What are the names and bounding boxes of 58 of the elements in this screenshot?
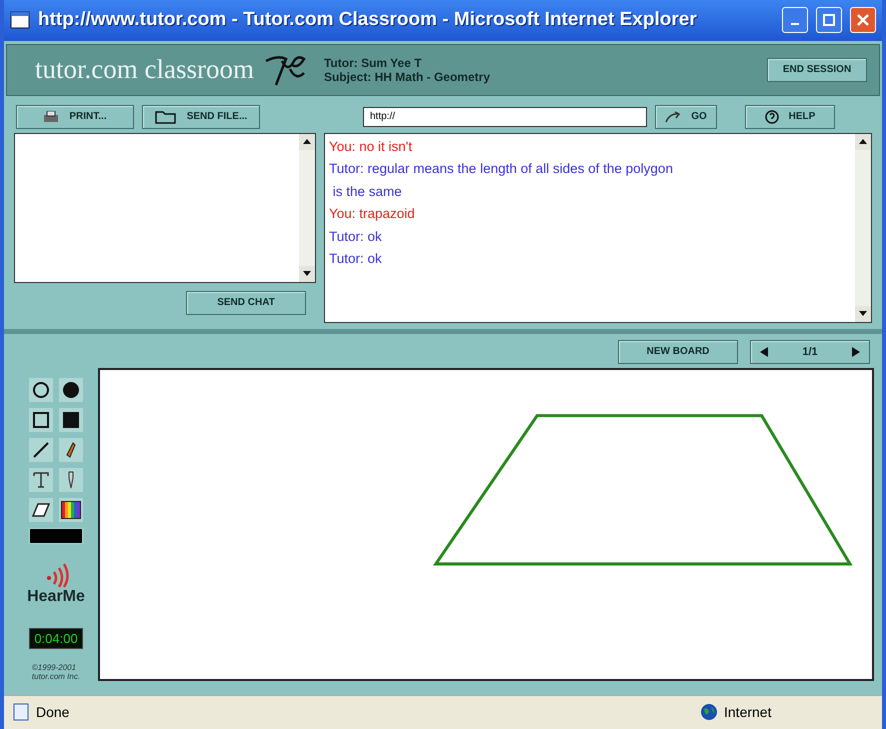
line-icon[interactable] [33, 442, 49, 458]
print-button[interactable]: PRINT... [16, 104, 134, 129]
color-swatch[interactable] [29, 528, 83, 544]
minimize-button[interactable] [782, 7, 808, 34]
filled-square-icon[interactable] [63, 412, 79, 428]
hearme-logo: HearMe [27, 588, 85, 606]
arrow-icon [665, 110, 682, 123]
down-arrow-icon[interactable] [859, 311, 867, 316]
scrollbar[interactable] [299, 134, 315, 282]
page-navigator[interactable]: 1/1 [750, 340, 870, 364]
up-arrow-icon[interactable] [859, 139, 867, 144]
close-icon [857, 14, 869, 26]
up-arrow-icon[interactable] [303, 139, 311, 144]
end-session-button[interactable]: END SESSION [767, 58, 867, 82]
chat-message: Tutor: regular means the length of all sides of the polygon [329, 160, 674, 178]
maximize-button[interactable] [816, 7, 842, 34]
chat-message: You: no it isn't [329, 138, 414, 156]
copyright-text: ©1999-2001 tutor.com Inc. [32, 662, 80, 681]
maximize-icon [823, 14, 835, 26]
new-board-button[interactable]: NEW BOARD [618, 340, 738, 364]
minimize-icon [791, 23, 799, 26]
chat-message: Tutor: ok [329, 250, 383, 268]
session-timer: 0:04:00 [29, 628, 83, 649]
down-arrow-icon[interactable] [303, 271, 311, 276]
chat-message: You: trapazoid [329, 205, 416, 224]
close-button[interactable] [850, 7, 876, 34]
pen-nib-icon[interactable] [67, 470, 75, 489]
circle-outline-icon[interactable] [32, 380, 50, 399]
help-button[interactable]: HELP [745, 104, 835, 129]
eraser-icon[interactable] [32, 502, 50, 517]
status-text: Done [36, 704, 70, 720]
send-file-button[interactable]: SEND FILE... [142, 104, 260, 129]
zone-text: Internet [724, 704, 772, 720]
scrollbar[interactable] [855, 134, 871, 322]
printer-icon [43, 110, 60, 123]
url-field[interactable]: http:// [363, 106, 647, 127]
browser-page-icon [10, 11, 30, 30]
color-palette-icon[interactable] [61, 500, 81, 519]
help-icon [764, 110, 779, 124]
window-title: http://www.tutor.com - Tutor.com Classroom - Microsoft Internet Explorer [38, 9, 698, 32]
chat-message: Tutor: ok [329, 228, 383, 246]
previous-page-icon[interactable] [759, 346, 769, 358]
text-tool-icon[interactable] [33, 472, 49, 488]
logo-text: tutor.com classroom [35, 54, 254, 86]
chat-message: is the same [332, 182, 403, 201]
subject-label: Subject: HH Math - Geometry [324, 70, 491, 84]
pencil-icon[interactable] [66, 442, 76, 458]
page-icon [12, 703, 30, 722]
folder-icon [154, 110, 177, 124]
globe-icon [700, 703, 718, 722]
filled-circle-icon[interactable] [62, 380, 80, 399]
send-chat-button[interactable]: SEND CHAT [186, 290, 306, 315]
go-button[interactable]: GO [655, 104, 717, 129]
next-page-icon[interactable] [850, 346, 861, 358]
tutor-name: Tutor: Sum Yee T [324, 56, 423, 70]
square-outline-icon[interactable] [33, 412, 49, 428]
whiteboard-canvas[interactable] [98, 368, 874, 681]
chat-input-field[interactable] [14, 132, 316, 283]
